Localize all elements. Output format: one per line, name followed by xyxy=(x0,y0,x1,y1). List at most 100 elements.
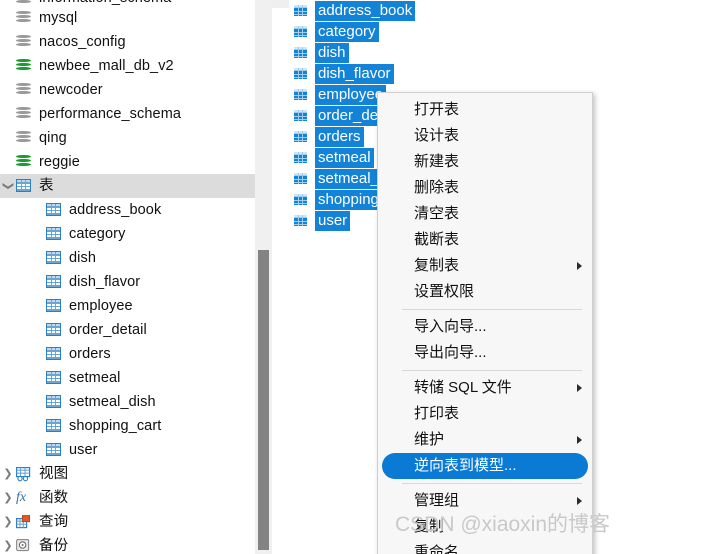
object-list-item[interactable]: dish xyxy=(289,42,711,63)
query-icon xyxy=(16,513,34,531)
context-menu-separator xyxy=(402,309,582,310)
tree-item-orders[interactable]: orders xyxy=(0,342,272,366)
tree-item-category[interactable]: category xyxy=(0,222,272,246)
context-menu-item[interactable]: 导出向导... xyxy=(378,340,592,366)
tree-item-newcoder[interactable]: newcoder xyxy=(0,78,272,102)
context-menu-item-label: 导出向导... xyxy=(414,344,487,361)
database-icon xyxy=(16,57,34,75)
database-icon xyxy=(16,105,34,123)
tree-item-label: setmeal_dish xyxy=(69,394,156,410)
object-list-item-label: orders xyxy=(315,126,364,147)
table-icon xyxy=(293,149,311,167)
tree-item-[interactable]: ❯ 查询 xyxy=(0,510,272,534)
context-menu-item-label: 打印表 xyxy=(414,405,460,422)
context-menu-item[interactable]: 复制表 xyxy=(378,253,592,279)
tree-item-label: newbee_mall_db_v2 xyxy=(39,58,174,74)
table-icon xyxy=(46,441,64,459)
tree-item-address_book[interactable]: address_book xyxy=(0,198,272,222)
object-list-item-label: address_book xyxy=(315,0,416,21)
table-icon xyxy=(46,369,64,387)
submenu-arrow-icon xyxy=(577,497,582,505)
context-menu-item-label: 截断表 xyxy=(414,231,460,248)
tree-item-shopping_cart[interactable]: shopping_cart xyxy=(0,414,272,438)
table-icon xyxy=(293,170,311,188)
object-list-item[interactable]: dish_flavor xyxy=(289,63,711,84)
tree-item-[interactable]: ❯ 表 xyxy=(0,174,272,198)
object-list-item-label: employee xyxy=(315,84,387,105)
sidebar-scrollbar-track[interactable] xyxy=(255,0,272,554)
context-menu-item[interactable]: 逆向表到模型... xyxy=(382,453,588,479)
tree-item-label: employee xyxy=(69,298,133,314)
chevron-right-icon[interactable]: ❯ xyxy=(0,534,16,554)
table-icon xyxy=(46,297,64,315)
table-icon xyxy=(293,86,311,104)
context-menu-item[interactable]: 打印表 xyxy=(378,401,592,427)
tree-item-dish_flavor[interactable]: dish_flavor xyxy=(0,270,272,294)
tree-item-[interactable]: ❯ 备份 xyxy=(0,534,272,554)
chevron-right-icon[interactable]: ❯ xyxy=(0,510,16,534)
table-icon xyxy=(46,225,64,243)
context-menu-item[interactable]: 重命名 xyxy=(378,540,592,554)
table-icon xyxy=(16,177,34,195)
context-menu-item[interactable]: 截断表 xyxy=(378,227,592,253)
object-list-item-label: user xyxy=(315,210,351,231)
tree-item-label: dish xyxy=(69,250,96,266)
table-icon xyxy=(46,201,64,219)
tree-item-label: newcoder xyxy=(39,82,103,98)
chevron-right-icon[interactable]: ❯ xyxy=(0,462,16,486)
chevron-right-icon[interactable]: ❯ xyxy=(0,486,16,510)
context-menu-item-label: 新建表 xyxy=(414,153,460,170)
tree-item-label: setmeal xyxy=(69,370,121,386)
context-menu-item-label: 管理组 xyxy=(414,492,460,509)
table-icon xyxy=(293,23,311,41)
context-menu-item-label: 设计表 xyxy=(414,127,460,144)
table-context-menu[interactable]: 打开表设计表新建表删除表清空表截断表复制表 设置权限导入向导... 导出向导... 转… xyxy=(377,92,593,554)
context-menu-item[interactable]: 设计表 xyxy=(378,123,592,149)
tree-item-mysql[interactable]: mysql xyxy=(0,6,272,30)
tree-item-label: 表 xyxy=(39,178,54,194)
context-menu-item[interactable]: 设置权限 xyxy=(378,279,592,305)
tree-item-setmeal_dish[interactable]: setmeal_dish xyxy=(0,390,272,414)
object-list-item-label: setmeal xyxy=(315,147,374,168)
context-menu-item[interactable]: 维护 xyxy=(378,427,592,453)
context-menu-item[interactable]: 清空表 xyxy=(378,201,592,227)
context-menu-item-label: 打开表 xyxy=(414,101,460,118)
object-tree-sidebar[interactable]: information_schemamysqlnacos_confignewbe… xyxy=(0,0,272,554)
submenu-arrow-icon xyxy=(577,436,582,444)
context-menu-item-label: 逆向表到模型... xyxy=(414,457,517,474)
context-menu-item[interactable]: 导入向导... xyxy=(378,314,592,340)
tree-item-label: 视图 xyxy=(39,466,69,482)
tree-item-nacos_config[interactable]: nacos_config xyxy=(0,30,272,54)
tree-item-label: reggie xyxy=(39,154,80,170)
tree-item-dish[interactable]: dish xyxy=(0,246,272,270)
table-icon xyxy=(293,128,311,146)
tree-item-label: mysql xyxy=(39,10,78,26)
tree-item-employee[interactable]: employee xyxy=(0,294,272,318)
tree-item-[interactable]: ❯ fx 函数 xyxy=(0,486,272,510)
tree-item-label: order_detail xyxy=(69,322,147,338)
tree-item-label: shopping_cart xyxy=(69,418,162,434)
database-icon xyxy=(16,81,34,99)
context-menu-item[interactable]: 删除表 xyxy=(378,175,592,201)
tree-item-newbee_mall_db_v2[interactable]: newbee_mall_db_v2 xyxy=(0,54,272,78)
tree-item-order_detail[interactable]: order_detail xyxy=(0,318,272,342)
context-menu-item[interactable]: 转储 SQL 文件 xyxy=(378,375,592,401)
tree-item-setmeal[interactable]: setmeal xyxy=(0,366,272,390)
tree-item-label: 查询 xyxy=(39,514,69,530)
table-icon xyxy=(293,65,311,83)
tree-item-qing[interactable]: qing xyxy=(0,126,272,150)
database-icon xyxy=(16,129,34,147)
object-list-item[interactable]: address_book xyxy=(289,0,711,21)
tree-item-user[interactable]: user xyxy=(0,438,272,462)
tree-item-[interactable]: ❯ 视图 xyxy=(0,462,272,486)
backup-icon xyxy=(16,537,34,554)
tree-item-label: nacos_config xyxy=(39,34,126,50)
context-menu-item[interactable]: 打开表 xyxy=(378,97,592,123)
context-menu-item-label: 清空表 xyxy=(414,205,460,222)
database-icon xyxy=(16,153,34,171)
sidebar-scrollbar-thumb[interactable] xyxy=(258,250,269,550)
tree-item-performance_schema[interactable]: performance_schema xyxy=(0,102,272,126)
tree-item-reggie[interactable]: reggie xyxy=(0,150,272,174)
context-menu-item[interactable]: 新建表 xyxy=(378,149,592,175)
object-list-item[interactable]: category xyxy=(289,21,711,42)
